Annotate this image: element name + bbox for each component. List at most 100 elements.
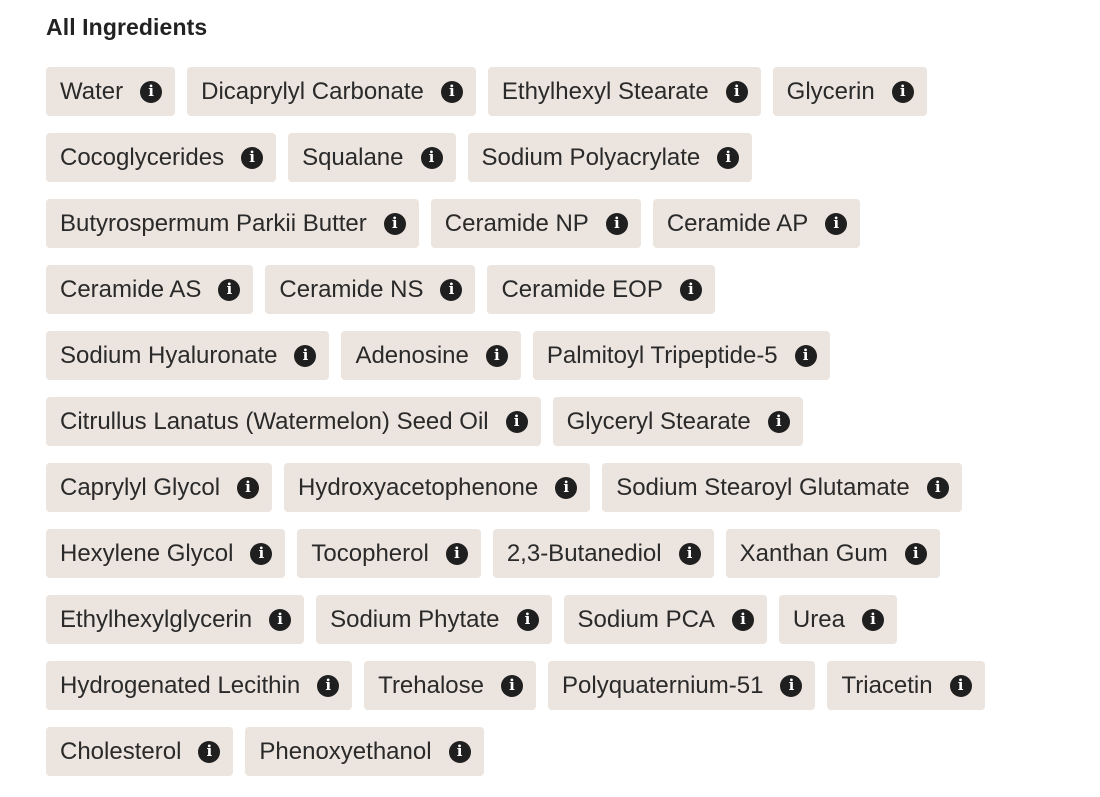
- ingredient-chip[interactable]: Urea i: [778, 595, 897, 644]
- ingredient-chip[interactable]: Ethylhexylglycerin i: [46, 595, 305, 644]
- info-icon[interactable]: i: [679, 278, 702, 301]
- info-icon[interactable]: i: [448, 740, 471, 763]
- info-icon[interactable]: i: [717, 146, 740, 169]
- info-icon[interactable]: i: [140, 80, 163, 103]
- info-icon[interactable]: i: [383, 212, 406, 235]
- info-icon[interactable]: i: [678, 542, 701, 565]
- info-icon[interactable]: i: [317, 674, 340, 697]
- ingredient-label: Sodium Polyacrylate: [481, 143, 701, 171]
- ingredient-row: Sodium Hyaluronate i Adenosine i Palmitoyl T…: [46, 331, 1066, 380]
- info-icon[interactable]: i: [198, 740, 221, 763]
- info-icon[interactable]: i: [237, 476, 260, 499]
- ingredient-chip[interactable]: Dicaprylyl Carbonate i: [187, 67, 476, 116]
- ingredient-label: Dicaprylyl Carbonate: [201, 77, 424, 105]
- ingredient-chip[interactable]: Hydrogenated Lecithin i: [46, 661, 353, 710]
- ingredient-label: Cocoglycerides: [60, 143, 225, 171]
- ingredient-chip[interactable]: Sodium Polyacrylate i: [467, 133, 753, 182]
- ingredient-chip[interactable]: Caprylyl Glycol i: [46, 463, 273, 512]
- ingredient-chip[interactable]: Sodium Phytate i: [316, 595, 552, 644]
- ingredient-label: Hydroxyacetophenone: [298, 473, 539, 501]
- ingredient-chip[interactable]: Sodium Stearoyl Glutamate i: [602, 463, 962, 512]
- ingredient-row: Cholesterol i Phenoxyethanol i: [46, 727, 1066, 776]
- info-icon[interactable]: i: [891, 80, 914, 103]
- ingredient-label: Hexylene Glycol: [60, 539, 234, 567]
- info-icon[interactable]: i: [731, 608, 754, 631]
- ingredient-row: Ceramide AS i Ceramide NS i Ceramide EOP i: [46, 265, 1066, 314]
- ingredient-label: Caprylyl Glycol: [60, 473, 221, 501]
- ingredient-label: Citrullus Lanatus (Watermelon) Seed Oil: [60, 407, 489, 435]
- info-icon[interactable]: i: [725, 80, 748, 103]
- info-icon[interactable]: i: [294, 344, 317, 367]
- ingredient-chip[interactable]: Hydroxyacetophenone i: [284, 463, 591, 512]
- ingredient-chip[interactable]: 2,3-Butanediol i: [492, 529, 714, 578]
- info-icon[interactable]: i: [250, 542, 273, 565]
- info-icon[interactable]: i: [904, 542, 927, 565]
- ingredient-label: Trehalose: [378, 671, 485, 699]
- ingredient-label: Ceramide AP: [666, 209, 809, 237]
- info-icon[interactable]: i: [516, 608, 539, 631]
- ingredient-chip[interactable]: Ceramide NS i: [265, 265, 476, 314]
- ingredient-row: Butyrospermum Parkii Butter i Ceramide NP i…: [46, 199, 1066, 248]
- info-icon[interactable]: i: [767, 410, 790, 433]
- section-title: All Ingredients: [46, 14, 208, 40]
- info-icon[interactable]: i: [420, 146, 443, 169]
- info-icon[interactable]: i: [269, 608, 292, 631]
- info-icon[interactable]: i: [505, 410, 528, 433]
- ingredient-label: Sodium PCA: [577, 605, 715, 633]
- ingredient-chip[interactable]: Triacetin i: [827, 661, 985, 710]
- ingredient-row: Caprylyl Glycol i Hydroxyacetophenone i Sodi…: [46, 463, 1066, 512]
- ingredient-label: Sodium Stearoyl Glutamate: [616, 473, 910, 501]
- ingredient-chip[interactable]: Tocopherol i: [297, 529, 481, 578]
- ingredient-chip[interactable]: Ceramide NP i: [430, 199, 641, 248]
- ingredient-label: Ceramide NS: [279, 275, 424, 303]
- info-icon[interactable]: i: [501, 674, 524, 697]
- ingredient-chip[interactable]: Butyrospermum Parkii Butter i: [46, 199, 419, 248]
- ingredient-chip[interactable]: Trehalose i: [364, 661, 537, 710]
- info-icon[interactable]: i: [440, 80, 463, 103]
- info-icon[interactable]: i: [485, 344, 508, 367]
- ingredient-label: Triacetin: [841, 671, 933, 699]
- info-icon[interactable]: i: [605, 212, 628, 235]
- ingredient-chip[interactable]: Glycerin i: [772, 67, 927, 116]
- ingredient-label: Water: [60, 77, 124, 105]
- ingredient-chip[interactable]: Water i: [46, 67, 176, 116]
- info-icon[interactable]: i: [794, 344, 817, 367]
- ingredient-chip[interactable]: Cocoglycerides i: [46, 133, 277, 182]
- ingredient-row: Ethylhexylglycerin i Sodium Phytate i Sodium…: [46, 595, 1066, 644]
- ingredient-label: Sodium Phytate: [330, 605, 500, 633]
- ingredient-label: Ceramide EOP: [501, 275, 663, 303]
- ingredient-chip[interactable]: Polyquaternium-51 i: [548, 661, 816, 710]
- ingredient-chip[interactable]: Glyceryl Stearate i: [552, 397, 803, 446]
- info-icon[interactable]: i: [949, 674, 972, 697]
- ingredient-label: Squalane: [302, 143, 404, 171]
- ingredient-row: Hexylene Glycol i Tocopherol i 2,3-Butanedio…: [46, 529, 1066, 578]
- ingredient-label: Polyquaternium-51: [562, 671, 764, 699]
- info-icon[interactable]: i: [861, 608, 884, 631]
- ingredient-chip[interactable]: Adenosine i: [341, 331, 521, 380]
- ingredient-chip[interactable]: Squalane i: [288, 133, 456, 182]
- ingredient-chip[interactable]: Sodium Hyaluronate i: [46, 331, 330, 380]
- ingredient-chip[interactable]: Palmitoyl Tripeptide-5 i: [532, 331, 830, 380]
- info-icon[interactable]: i: [780, 674, 803, 697]
- ingredient-chip[interactable]: Ceramide AS i: [46, 265, 254, 314]
- info-icon[interactable]: i: [218, 278, 241, 301]
- info-icon[interactable]: i: [241, 146, 264, 169]
- ingredient-label: Glycerin: [786, 77, 875, 105]
- ingredient-chip[interactable]: Ceramide AP i: [652, 199, 861, 248]
- ingredient-chip[interactable]: Xanthan Gum i: [725, 529, 940, 578]
- ingredient-chip[interactable]: Phenoxyethanol i: [245, 727, 484, 776]
- ingredient-chip[interactable]: Citrullus Lanatus (Watermelon) Seed Oil i: [46, 397, 541, 446]
- info-icon[interactable]: i: [825, 212, 848, 235]
- ingredient-chip[interactable]: Cholesterol i: [46, 727, 234, 776]
- info-icon[interactable]: i: [445, 542, 468, 565]
- info-icon[interactable]: i: [440, 278, 463, 301]
- ingredient-chip[interactable]: Hexylene Glycol i: [46, 529, 286, 578]
- ingredient-label: Phenoxyethanol: [259, 737, 432, 765]
- ingredient-chip[interactable]: Ethylhexyl Stearate i: [487, 67, 761, 116]
- info-icon[interactable]: i: [555, 476, 578, 499]
- ingredient-label: Sodium Hyaluronate: [60, 341, 278, 369]
- info-icon[interactable]: i: [926, 476, 949, 499]
- ingredient-row: Hydrogenated Lecithin i Trehalose i Polyquat…: [46, 661, 1066, 710]
- ingredient-chip[interactable]: Ceramide EOP i: [487, 265, 715, 314]
- ingredient-chip[interactable]: Sodium PCA i: [563, 595, 767, 644]
